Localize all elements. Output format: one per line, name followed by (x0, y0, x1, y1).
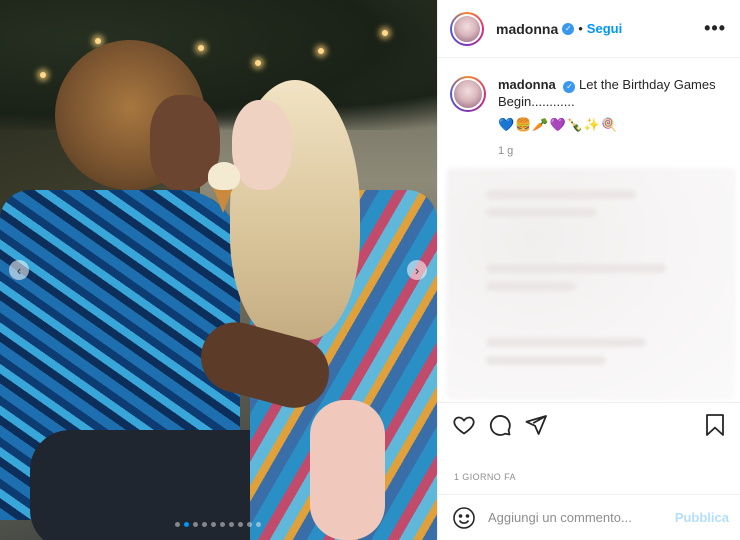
ice-cream-scoop (208, 162, 240, 190)
post-header: madonna ✓ • Segui ••• (438, 0, 740, 58)
carousel-dot (247, 522, 252, 527)
carousel-dot (256, 522, 261, 527)
separator-dot: • (578, 21, 583, 36)
share-icon[interactable] (524, 413, 548, 437)
follow-button[interactable]: Segui (587, 21, 622, 36)
photo-right-person-face (232, 100, 292, 190)
publish-button[interactable]: Pubblica (675, 510, 729, 525)
string-light (382, 30, 388, 36)
comment-form: Pubblica (438, 494, 740, 540)
caption-avatar[interactable] (450, 76, 486, 112)
more-options-icon[interactable]: ••• (704, 18, 726, 39)
avatar[interactable] (450, 11, 484, 46)
carousel-next-button[interactable]: › (407, 260, 427, 280)
post-time-ago[interactable]: 1 GIORNO FA (454, 472, 516, 482)
emoji-icon[interactable] (452, 506, 476, 530)
username-link[interactable]: madonna (496, 21, 558, 37)
caption-time[interactable]: 1 g (498, 143, 718, 160)
caption-body: madonna ✓ Let the Birthday Games Begin..… (498, 76, 718, 160)
carousel-dot (175, 522, 180, 527)
carousel-dot (238, 522, 243, 527)
carousel-dot (202, 522, 207, 527)
bookmark-icon[interactable] (703, 413, 727, 437)
carousel-prev-button[interactable]: ‹ (9, 260, 29, 280)
carousel-dot (193, 522, 198, 527)
post-panel: madonna ✓ • Segui ••• madonna ✓ Let the … (437, 0, 740, 540)
verified-badge-icon: ✓ (562, 22, 575, 35)
blurred-comments (446, 168, 736, 400)
caption-username-link[interactable]: madonna (498, 77, 556, 92)
string-light (255, 60, 261, 66)
heart-icon[interactable] (452, 413, 476, 437)
string-light (198, 45, 204, 51)
carousel-dot (229, 522, 234, 527)
string-light (95, 38, 101, 44)
photo-right-person-leg (310, 400, 385, 540)
post-photo[interactable]: ‹ › (0, 0, 437, 540)
comment-input[interactable] (488, 510, 675, 525)
string-light (40, 72, 46, 78)
verified-badge-icon: ✓ (563, 80, 576, 93)
carousel-dots (175, 522, 261, 527)
post-actions (438, 402, 740, 437)
carousel-dot (184, 522, 189, 527)
carousel-dot (211, 522, 216, 527)
comment-icon[interactable] (488, 413, 512, 437)
instagram-post: ‹ › madonna ✓ • Segui ••• madonna ✓ Let … (0, 0, 740, 540)
caption-emojis: 💙🍔🥕💜🍾✨🍭 (498, 117, 619, 132)
string-light (318, 48, 324, 54)
caption: madonna ✓ Let the Birthday Games Begin..… (438, 58, 740, 160)
carousel-dot (220, 522, 225, 527)
